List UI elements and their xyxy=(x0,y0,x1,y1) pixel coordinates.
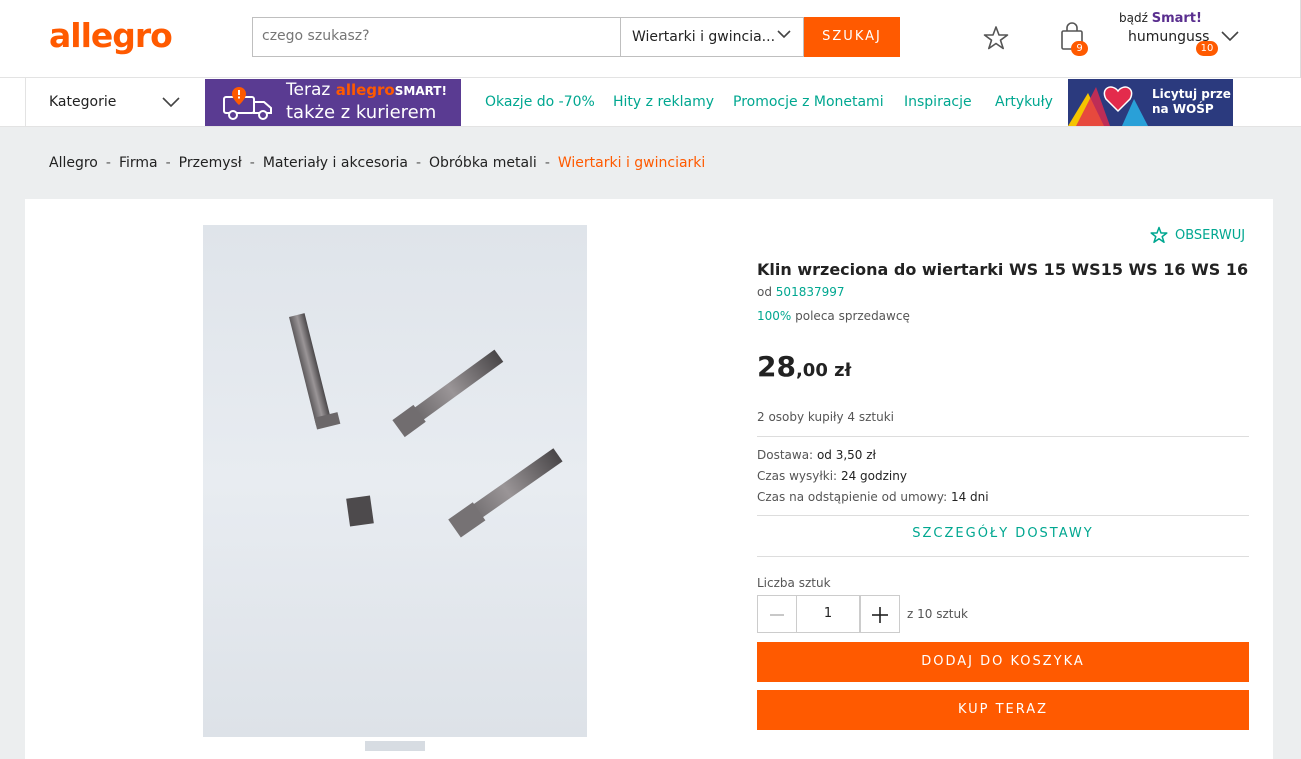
delivery-label: Dostawa: xyxy=(757,448,814,462)
categories-menu[interactable]: Kategorie xyxy=(49,94,116,110)
smart-label: Smart! xyxy=(1151,11,1202,26)
plus-icon xyxy=(872,607,888,623)
recommend-text: poleca sprzedawcę xyxy=(795,309,910,323)
smart-prefix: bądź xyxy=(1119,11,1148,25)
divider xyxy=(25,78,26,127)
breadcrumb: Allegro - Firma - Przemysł - Materiały i akces… xyxy=(49,155,705,171)
observe-label: OBSERWUJ xyxy=(1175,228,1246,243)
purchase-count: 2 osoby kupiły 4 sztuki xyxy=(757,410,894,424)
breadcrumb-current[interactable]: Wiertarki i gwinciarki xyxy=(558,155,705,171)
divider xyxy=(757,515,1249,516)
user-menu-chevron-icon[interactable] xyxy=(1221,29,1239,43)
price: 28,00 zł xyxy=(757,350,851,383)
breadcrumb-item[interactable]: Obróbka metali xyxy=(429,155,537,171)
minus-icon xyxy=(770,614,784,616)
seller-link[interactable]: 501837997 xyxy=(776,285,845,299)
price-main: 28 xyxy=(757,350,796,383)
user-notification-badge: 10 xyxy=(1196,41,1218,56)
allegro-logo[interactable]: allegro xyxy=(49,16,173,55)
add-to-cart-button[interactable]: DODAJ DO KOSZYKA xyxy=(757,642,1249,682)
breadcrumb-item[interactable]: Przemysł xyxy=(179,155,242,171)
breadcrumb-separator: - xyxy=(249,155,255,171)
nav-link-inspirations[interactable]: Inspiracje xyxy=(904,94,972,110)
nav-link-coin-promos[interactable]: Promocje z Monetami xyxy=(733,94,884,110)
quantity-increase-button[interactable] xyxy=(860,595,900,633)
recommend-percent[interactable]: 100% xyxy=(757,309,791,323)
nav-bar: Kategorie Teraz allegroSMART! także z ku… xyxy=(0,78,1301,127)
smart-banner-prefix: Teraz xyxy=(286,80,331,100)
watchlist-star-icon[interactable] xyxy=(983,25,1009,51)
quantity-label: Liczba sztuk xyxy=(757,576,831,590)
delivery-truck-icon xyxy=(223,87,272,120)
wosp-line2: na WOŚP xyxy=(1152,102,1214,116)
chevron-down-icon[interactable] xyxy=(162,96,180,108)
smart-promo[interactable]: bądź Smart! xyxy=(1119,11,1202,26)
withdrawal-label: Czas na odstąpienie od umowy: xyxy=(757,490,948,504)
breadcrumb-item[interactable]: Allegro xyxy=(49,155,98,171)
wosp-banner-text: Licytuj prze na WOŚP xyxy=(1152,87,1231,117)
smart-banner-line1: Teraz allegroSMART! xyxy=(286,80,447,100)
withdrawal-period: Czas na odstąpienie od umowy: 14 dni xyxy=(757,490,989,504)
quantity-input[interactable]: 1 xyxy=(796,595,860,633)
breadcrumb-separator: - xyxy=(105,155,111,171)
chevron-down-icon xyxy=(777,30,791,39)
cart-count-badge: 9 xyxy=(1071,41,1088,56)
breadcrumb-item[interactable]: Materiały i akcesoria xyxy=(263,155,408,171)
thumbnail[interactable] xyxy=(365,741,425,751)
quantity-available: z 10 sztuk xyxy=(907,607,969,621)
smart-courier-banner[interactable]: Teraz allegroSMART! także z kurierem xyxy=(205,79,461,126)
wosp-line1: Licytuj prze xyxy=(1152,87,1231,101)
smart-banner-line2: także z kurierem xyxy=(286,102,437,123)
search-button[interactable]: SZUKAJ xyxy=(804,17,900,57)
breadcrumb-separator: - xyxy=(544,155,550,171)
nav-link-deals[interactable]: Okazje do -70% xyxy=(485,94,595,110)
star-icon xyxy=(1150,226,1168,244)
shipping-label: Czas wysyłki: xyxy=(757,469,838,483)
nav-link-ad-hits[interactable]: Hity z reklamy xyxy=(613,94,714,110)
wosp-heart-icon xyxy=(1068,86,1148,126)
seller-recommendation: 100% poleca sprzedawcę xyxy=(757,309,910,323)
delivery-value: od 3,50 zł xyxy=(816,448,876,462)
product-card: OBSERWUJ Klin wrzeciona do wiertarki WS … xyxy=(25,199,1273,759)
nav-link-articles[interactable]: Artykuły xyxy=(995,94,1053,110)
search-category-select[interactable]: Wiertarki i gwincia... xyxy=(620,17,804,57)
smart-banner-smart: SMART! xyxy=(394,84,447,98)
product-photo[interactable] xyxy=(203,225,587,737)
buy-now-button[interactable]: KUP TERAZ xyxy=(757,690,1249,730)
search-category-value: Wiertarki i gwincia... xyxy=(632,29,776,45)
quantity-decrease-button[interactable] xyxy=(757,595,797,633)
breadcrumb-separator: - xyxy=(165,155,171,171)
smart-banner-brand: allegro xyxy=(335,81,395,99)
delivery-details-link[interactable]: SZCZEGÓŁY DOSTAWY xyxy=(757,526,1249,541)
divider xyxy=(757,556,1249,557)
seller-prefix: od xyxy=(757,285,772,299)
breadcrumb-item[interactable]: Firma xyxy=(119,155,158,171)
withdrawal-value: 14 dni xyxy=(950,490,989,504)
seller-info: od 501837997 xyxy=(757,285,845,299)
product-title: Klin wrzeciona do wiertarki WS 15 WS15 W… xyxy=(757,260,1249,279)
product-image xyxy=(289,313,563,538)
divider xyxy=(757,436,1249,437)
breadcrumb-separator: - xyxy=(415,155,422,171)
observe-button[interactable]: OBSERWUJ xyxy=(1150,226,1246,244)
price-rest: ,00 zł xyxy=(795,360,852,381)
top-bar: allegro czego szukasz? Wiertarki i gwinc… xyxy=(0,0,1301,78)
delivery-cost: Dostawa: od 3,50 zł xyxy=(757,448,876,462)
shipping-value: 24 godziny xyxy=(840,469,907,483)
search-input[interactable]: czego szukasz? xyxy=(252,17,620,57)
wosp-banner[interactable]: Licytuj prze na WOŚP xyxy=(1068,79,1233,126)
shipping-time: Czas wysyłki: 24 godziny xyxy=(757,469,907,483)
